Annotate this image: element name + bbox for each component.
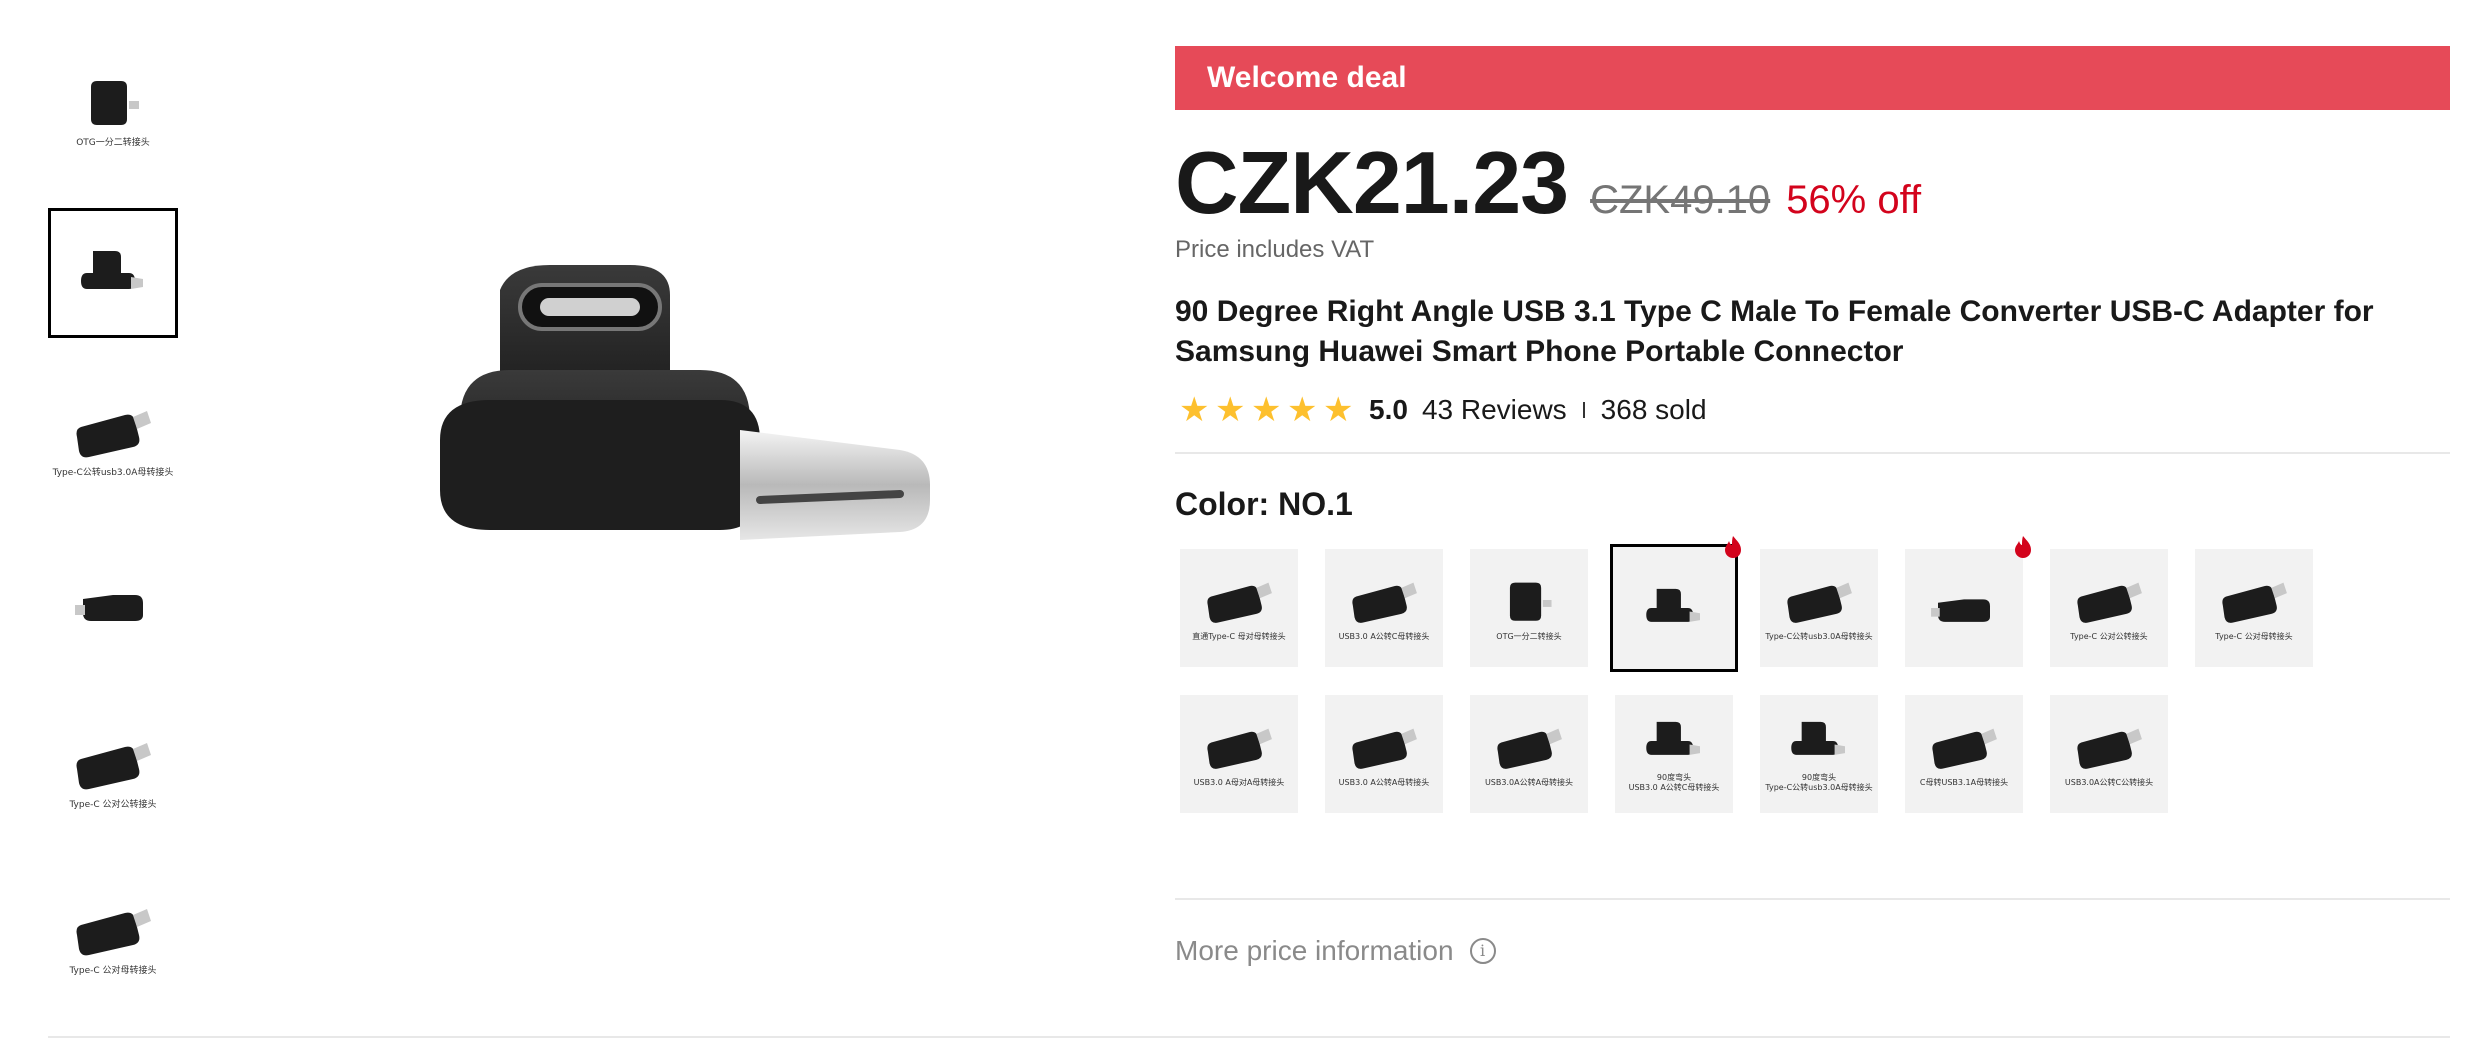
reviews-link[interactable]: 43 Reviews [1422, 394, 1567, 426]
color-option-6[interactable] [1905, 549, 2023, 667]
adapter-icon [91, 80, 139, 125]
hot-flame-icon [1725, 536, 1741, 558]
adapter-icon [1791, 721, 1845, 755]
discount-label: 56% off [1786, 178, 1922, 222]
star-rating: ★ ★ ★ ★ ★ [1179, 391, 1354, 429]
product-info: Welcome deal CZK21.23 CZK49.10 56% off P… [1175, 46, 2450, 829]
rating-value: 5.0 [1369, 394, 1408, 425]
adapter-icon [1931, 599, 1990, 622]
color-option-13[interactable]: 90度弯头 Type-C公转usb3.0A母转接头 [1760, 695, 1878, 813]
thumbnail-6[interactable]: Type-C 公对母转接头 [48, 872, 178, 1002]
color-option-7[interactable]: Type-C 公对公转接头 [2050, 549, 2168, 667]
color-option-5[interactable]: Type-C公转usb3.0A母转接头 [1760, 549, 1878, 667]
color-option-1[interactable]: 直通Type-C 母对母转接头 [1180, 549, 1298, 667]
color-option-10[interactable]: USB3.0 A公转A母转接头 [1325, 695, 1443, 813]
star-icon: ★ [1215, 391, 1246, 429]
color-label: Color: NO.1 [1175, 486, 1353, 522]
color-option-caption: USB3.0 A公转A母转接头 [1338, 778, 1430, 787]
thumbnail-4[interactable] [48, 540, 178, 670]
original-price: CZK49.10 [1590, 178, 1771, 222]
current-price: CZK21.23 [1175, 133, 1569, 232]
adapter-icon [1509, 582, 1552, 621]
divider [1175, 898, 2450, 900]
welcome-deal-banner: Welcome deal [1175, 46, 2450, 110]
color-option-4[interactable] [1610, 544, 1738, 672]
adapter-icon [1646, 721, 1700, 755]
adapter-icon [1207, 728, 1272, 769]
star-icon: ★ [1323, 391, 1354, 429]
sold-count: 368 sold [1600, 394, 1707, 425]
thumbnail-caption: Type-C 公对母转接头 [69, 965, 157, 976]
color-option-caption: 90度弯头 USB3.0 A公转C母转接头 [1628, 773, 1720, 792]
hot-flame-icon [2015, 536, 2031, 558]
adapter-icon [1497, 728, 1562, 769]
color-option-caption: Type-C 公对公转接头 [2070, 632, 2148, 641]
divider [48, 1036, 2450, 1038]
thumbnail-caption: Type-C公转usb3.0A母转接头 [52, 467, 174, 478]
thumbnail-5[interactable]: Type-C 公对公转接头 [48, 706, 178, 836]
color-option-9[interactable]: USB3.0 A母对A母转接头 [1180, 695, 1298, 813]
color-option-caption: USB3.0 A公转C母转接头 [1338, 632, 1430, 641]
color-option-caption: 直通Type-C 母对母转接头 [1192, 632, 1286, 641]
adapter-icon [1932, 728, 1997, 769]
adapter-icon [76, 908, 151, 955]
star-icon: ★ [1251, 391, 1282, 429]
color-option-14[interactable]: C母转USB3.1A母转接头 [1905, 695, 2023, 813]
thumbnail-caption: OTG一分二转接头 [76, 137, 150, 148]
divider [1175, 452, 2450, 454]
adapter-icon [2077, 728, 2142, 769]
thumbnail-2[interactable] [48, 208, 178, 338]
color-option-3[interactable]: OTG一分二转接头 [1470, 549, 1588, 667]
color-option-caption: USB3.0 A母对A母转接头 [1193, 778, 1285, 787]
adapter-icon [81, 251, 143, 289]
color-option-15[interactable]: USB3.0A公转C公转接头 [2050, 695, 2168, 813]
more-price-info-label: More price information [1175, 935, 1454, 966]
adapter-icon [1646, 588, 1700, 622]
color-option-11[interactable]: USB3.0A公转A母转接头 [1470, 695, 1588, 813]
separator [1582, 402, 1585, 418]
star-icon: ★ [1287, 391, 1318, 429]
color-option-caption: 90度弯头 Type-C公转usb3.0A母转接头 [1765, 773, 1873, 792]
color-swatches: 直通Type-C 母对母转接头 USB3.0 A公转C母转接头 OTG一分二转接头 T… [1175, 536, 2450, 829]
color-option-caption: C母转USB3.1A母转接头 [1919, 778, 2009, 787]
color-option-caption: Type-C公转usb3.0A母转接头 [1765, 632, 1873, 641]
product-title: 90 Degree Right Angle USB 3.1 Type C Mal… [1175, 295, 2374, 368]
rating-row: ★ ★ ★ ★ ★ 5.0 43 Reviews 368 sold [1175, 391, 2450, 429]
color-option-2[interactable]: USB3.0 A公转C母转接头 [1325, 549, 1443, 667]
thumbnail-3[interactable]: Type-C公转usb3.0A母转接头 [48, 374, 178, 504]
adapter-icon [1352, 582, 1417, 623]
adapter-icon [75, 595, 143, 621]
thumbnail-caption: Type-C 公对公转接头 [69, 799, 157, 810]
more-price-info-link[interactable]: More price information i [1175, 935, 1496, 967]
color-option-caption: USB3.0A公转C公转接头 [2064, 778, 2154, 787]
adapter-icon [76, 410, 151, 457]
info-icon: i [1469, 938, 1496, 964]
star-icon: ★ [1179, 391, 1210, 429]
color-option-caption: Type-C 公对母转接头 [2215, 632, 2293, 641]
adapter-icon [1352, 728, 1417, 769]
color-option-12[interactable]: 90度弯头 USB3.0 A公转C母转接头 [1615, 695, 1733, 813]
adapter-icon [2077, 582, 2142, 623]
vat-note: Price includes VAT [1175, 236, 1375, 263]
price-row: CZK21.23 CZK49.10 56% off [1175, 132, 2450, 234]
color-option-caption: USB3.0A公转A母转接头 [1484, 778, 1574, 787]
thumbnail-1[interactable]: OTG一分二转接头 [48, 44, 178, 174]
color-option-8[interactable]: Type-C 公对母转接头 [2195, 549, 2313, 667]
color-option-caption: OTG一分二转接头 [1496, 632, 1562, 641]
adapter-icon [1207, 582, 1272, 623]
main-product-image[interactable] [430, 250, 990, 720]
adapter-icon [76, 742, 151, 789]
adapter-icon [1787, 582, 1852, 623]
adapter-icon [2222, 582, 2287, 623]
